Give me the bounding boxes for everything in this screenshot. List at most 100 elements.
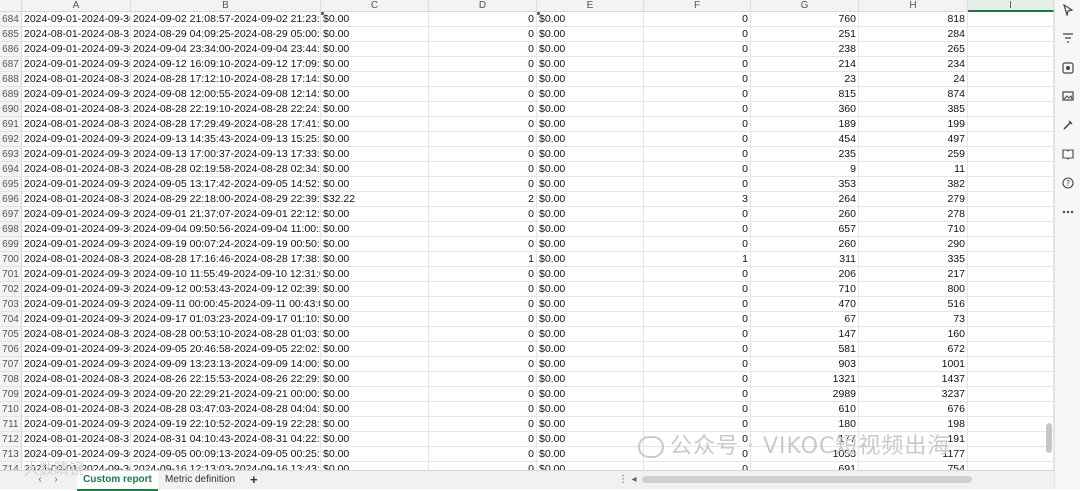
cell-g[interactable]: 710 xyxy=(751,282,859,297)
cell-b[interactable]: 2024-08-29 22:18:00-2024-08-29 22:39:34 xyxy=(131,192,321,207)
cell-f[interactable]: 0 xyxy=(644,327,751,342)
cell-f[interactable]: 0 xyxy=(644,387,751,402)
row-number[interactable]: 697 xyxy=(0,207,22,222)
more-icon[interactable] xyxy=(1061,206,1075,220)
cell-g[interactable]: 235 xyxy=(751,147,859,162)
cell-i[interactable] xyxy=(968,267,1054,282)
cell-h[interactable]: 874 xyxy=(859,87,968,102)
cell-b[interactable]: 2024-09-08 12:00:55-2024-09-08 12:14:42 xyxy=(131,87,321,102)
add-sheet-button[interactable]: + xyxy=(244,471,264,489)
cell-f[interactable]: 0 xyxy=(644,27,751,42)
cell-g[interactable]: 311 xyxy=(751,252,859,267)
column-header-i[interactable]: I xyxy=(968,0,1054,12)
cell-g[interactable]: 260 xyxy=(751,237,859,252)
cell-f[interactable]: 0 xyxy=(644,267,751,282)
cell-a[interactable]: 2024-08-01-2024-08-31 xyxy=(22,27,131,42)
cell-b[interactable]: 2024-08-28 17:29:49-2024-08-28 17:41:04 xyxy=(131,117,321,132)
cursor-icon[interactable] xyxy=(1061,3,1075,18)
cell-i[interactable] xyxy=(968,372,1054,387)
cell-e[interactable]: $0.00 xyxy=(537,87,644,102)
cell-g[interactable]: 815 xyxy=(751,87,859,102)
cell-g[interactable]: 353 xyxy=(751,177,859,192)
cell-f[interactable]: 0 xyxy=(644,222,751,237)
cell-g[interactable]: 260 xyxy=(751,207,859,222)
cell-c[interactable]: $0.00 xyxy=(321,342,429,357)
row-number[interactable]: 710 xyxy=(0,402,22,417)
cell-e[interactable]: $0.00 xyxy=(537,162,644,177)
cell-h[interactable]: 199 xyxy=(859,117,968,132)
cell-i[interactable] xyxy=(968,27,1054,42)
cell-b[interactable]: 2024-09-01 21:37:07-2024-09-01 22:12:33 xyxy=(131,207,321,222)
cell-b[interactable]: 2024-08-26 22:15:53-2024-08-26 22:29:46 xyxy=(131,372,321,387)
cell-i[interactable] xyxy=(968,192,1054,207)
cell-d[interactable]: 0 xyxy=(429,402,537,417)
cell-f[interactable]: 0 xyxy=(644,402,751,417)
sheet-tab-metric-definition[interactable]: Metric definition xyxy=(159,471,241,489)
cell-c[interactable]: $0.00 xyxy=(321,282,429,297)
cell-h[interactable]: 1001 xyxy=(859,357,968,372)
cell-g[interactable]: 691 xyxy=(751,462,859,470)
cell-c[interactable]: $0.00 xyxy=(321,117,429,132)
cell-d[interactable]: 0 xyxy=(429,372,537,387)
cell-e[interactable]: $0.00 xyxy=(537,327,644,342)
filter-icon[interactable] xyxy=(1061,32,1075,46)
row-number[interactable]: 691 xyxy=(0,117,22,132)
cell-g[interactable]: 147 xyxy=(751,327,859,342)
cell-b[interactable]: 2024-09-12 16:09:10-2024-09-12 17:09:38 xyxy=(131,57,321,72)
cell-d[interactable]: 0 xyxy=(429,432,537,447)
cell-i[interactable] xyxy=(968,402,1054,417)
cell-d[interactable]: 0 xyxy=(429,282,537,297)
cell-f[interactable]: 1 xyxy=(644,252,751,267)
cell-f[interactable]: 3 xyxy=(644,192,751,207)
book-icon[interactable] xyxy=(1061,148,1075,162)
cell-h[interactable]: 710 xyxy=(859,222,968,237)
cell-e[interactable]: $0.00 xyxy=(537,312,644,327)
cell-d[interactable]: 0 xyxy=(429,132,537,147)
cell-h[interactable]: 265 xyxy=(859,42,968,57)
cell-i[interactable] xyxy=(968,237,1054,252)
cell-c[interactable]: $0.00 xyxy=(321,162,429,177)
cell-e[interactable]: $0.00 xyxy=(537,432,644,447)
cell-f[interactable]: 0 xyxy=(644,237,751,252)
cell-d[interactable]: 0 xyxy=(429,327,537,342)
cell-d[interactable]: 0 xyxy=(429,417,537,432)
cell-a[interactable]: 2024-09-01-2024-09-30 xyxy=(22,267,131,282)
cell-h[interactable]: 1437 xyxy=(859,372,968,387)
cell-e[interactable]: $0.00 xyxy=(537,102,644,117)
cell-c[interactable]: $0.00 xyxy=(321,42,429,57)
cell-c[interactable]: $0.00 xyxy=(321,387,429,402)
cell-e[interactable]: $0.00 xyxy=(537,402,644,417)
cell-g[interactable]: 23 xyxy=(751,72,859,87)
cell-d[interactable]: 0 xyxy=(429,102,537,117)
cell-c[interactable]: $0.00 xyxy=(321,132,429,147)
cell-a[interactable]: 2024-09-01-2024-09-30 xyxy=(22,222,131,237)
cell-c[interactable]: $0.00 xyxy=(321,372,429,387)
cell-h[interactable]: 754 xyxy=(859,462,968,470)
cell-i[interactable] xyxy=(968,222,1054,237)
spreadsheet-grid[interactable]: ABCDEFGHI 684 2024-09-01-2024-09-30 2024-0… xyxy=(0,0,1054,470)
cell-h[interactable]: 335 xyxy=(859,252,968,267)
cell-g[interactable]: 454 xyxy=(751,132,859,147)
cell-b[interactable]: 2024-09-12 00:53:43-2024-09-12 02:39:59 xyxy=(131,282,321,297)
cell-g[interactable]: 9 xyxy=(751,162,859,177)
cell-d[interactable]: 0 xyxy=(429,387,537,402)
cell-g[interactable]: 610 xyxy=(751,402,859,417)
cell-b[interactable]: 2024-09-20 22:29:21-2024-09-21 00:00:04 xyxy=(131,387,321,402)
cell-a[interactable]: 2024-09-01-2024-09-30 xyxy=(22,207,131,222)
cell-b[interactable]: 2024-08-28 17:12:10-2024-08-28 17:14:32 xyxy=(131,72,321,87)
cell-d[interactable]: 0 xyxy=(429,147,537,162)
cell-e[interactable]: $0.00 xyxy=(537,192,644,207)
cell-f[interactable]: 0 xyxy=(644,282,751,297)
cell-d[interactable]: 0 xyxy=(429,342,537,357)
cell-d[interactable]: 0 xyxy=(429,462,537,470)
cell-g[interactable]: 470 xyxy=(751,297,859,312)
cell-e[interactable]: $0.00 xyxy=(537,297,644,312)
cell-f[interactable]: 0 xyxy=(644,357,751,372)
cell-d[interactable]: 0 xyxy=(429,267,537,282)
cell-d[interactable]: 0 xyxy=(429,117,537,132)
cell-i[interactable] xyxy=(968,342,1054,357)
cell-b[interactable]: 2024-09-19 22:10:52-2024-09-19 22:28:19 xyxy=(131,417,321,432)
cell-f[interactable]: 0 xyxy=(644,132,751,147)
cell-c[interactable]: $0.00 xyxy=(321,327,429,342)
row-number[interactable]: 688 xyxy=(0,72,22,87)
